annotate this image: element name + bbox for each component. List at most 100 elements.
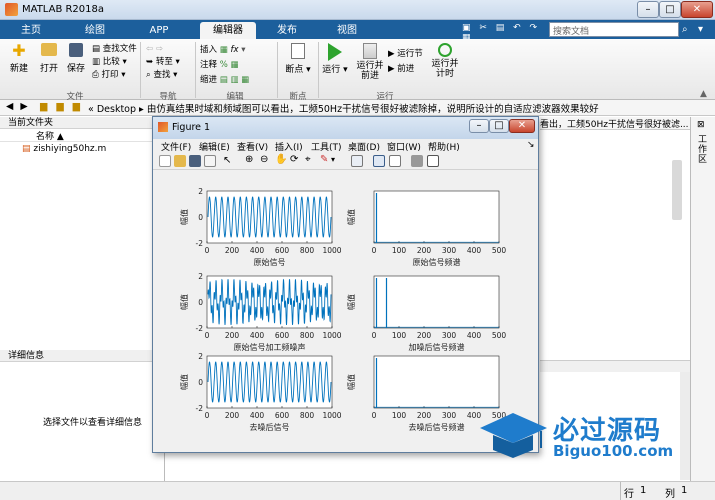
status-bar: 行 1 列 1	[0, 481, 715, 500]
file-name: zishiying50hz.m	[33, 144, 107, 154]
quick-access-toolbar[interactable]: ▣ ✂ ▤ ↶ ↷ ▦	[462, 23, 542, 43]
legend-icon[interactable]	[389, 155, 401, 167]
open-label: 打开	[39, 64, 58, 74]
fx-menu-icon[interactable]: ▾	[241, 45, 245, 55]
axes-box	[373, 275, 500, 329]
search-input[interactable]: 搜索文档	[549, 22, 679, 37]
breadcrumb-root[interactable]: Desktop	[97, 104, 136, 115]
menu-file[interactable]: 文件(F)	[161, 140, 191, 153]
expand-icon[interactable]: ▾	[698, 24, 703, 35]
run-button[interactable]: 运行 ▾	[322, 43, 348, 75]
print-button[interactable]: ⎙ 打印 ▾	[92, 69, 137, 82]
file-actions: ▤ 查找文件 ▥ 比较 ▾ ⎙ 打印 ▾	[92, 43, 137, 82]
details-hint: 选择文件以查看详细信息	[43, 418, 143, 428]
brush-icon[interactable]: ✎	[320, 154, 328, 165]
indent-button[interactable]: 缩进 ▤ ▥ ▦	[200, 73, 249, 88]
tab-plots[interactable]: 绘图	[74, 22, 116, 39]
figure-close-button[interactable]: ✕	[509, 119, 535, 133]
tab-home[interactable]: 主页	[10, 22, 52, 39]
row-value: 1	[640, 485, 647, 496]
menu-edit[interactable]: 编辑(E)	[199, 140, 230, 153]
open-button[interactable]: 打开	[36, 43, 62, 74]
workspace-tab[interactable]: 工作区	[691, 133, 715, 167]
save-button[interactable]: 保存	[64, 43, 88, 74]
insert-button[interactable]: 插入 ▦ fx ▾	[200, 43, 249, 58]
folder-up-icon[interactable]: ▆ ▆ ▆	[40, 101, 83, 112]
breadcrumb[interactable]: « Desktop ▸ 由仿真结果时域和频域图可以看出，工频50Hz干扰信号很好…	[88, 101, 599, 115]
menu-dock-icon[interactable]: ↘	[527, 140, 535, 150]
run-advance-button[interactable]: 运行并 前进	[355, 43, 385, 81]
details-title: 详细信息	[0, 350, 164, 362]
tab-apps[interactable]: APP	[138, 22, 180, 39]
compare-button[interactable]: ▥ 比较 ▾	[92, 56, 137, 69]
path-bar: ◀ ▶ ▆ ▆ ▆ « Desktop ▸ 由仿真结果时域和频域图可以看出，工频…	[0, 100, 715, 116]
maximize-button[interactable]: □	[659, 1, 681, 18]
list-item[interactable]: ▤ zishiying50hz.m	[0, 142, 164, 156]
column-name-header[interactable]: 名称 ▲	[0, 129, 164, 142]
x-tick-label: 1000	[322, 411, 341, 420]
print-icon[interactable]	[204, 155, 216, 167]
workspace-collapsed-icon[interactable]: ⊠	[691, 117, 715, 133]
colorbar-icon[interactable]	[373, 155, 385, 167]
y-axis-label: 幅值	[346, 374, 356, 390]
editor-scrollbar[interactable]	[672, 160, 682, 220]
new-figure-icon[interactable]	[159, 155, 171, 167]
menu-tools[interactable]: 工具(T)	[311, 140, 342, 153]
link-plot-icon[interactable]	[351, 155, 363, 167]
minimize-button[interactable]: –	[637, 1, 659, 18]
divider	[620, 482, 621, 500]
subplot	[373, 190, 500, 244]
find-button[interactable]: ⌕ 查找 ▾	[146, 69, 180, 82]
rotate-icon[interactable]: ⟳	[290, 154, 298, 165]
figure-maximize-button[interactable]: □	[489, 119, 509, 133]
hide-tools-icon[interactable]	[411, 155, 423, 167]
row-label: 行	[624, 489, 634, 500]
breadcrumb-path[interactable]: 由仿真结果时域和频域图可以看出，工频50Hz干扰信号很好被滤除掉，说明所设计的自…	[147, 104, 599, 115]
tab-publish[interactable]: 发布	[266, 22, 308, 39]
breakpoints-button[interactable]: 断点 ▾	[284, 43, 312, 75]
open-icon[interactable]	[174, 155, 186, 167]
zoom-in-icon[interactable]: ⊕	[245, 154, 253, 165]
pan-icon[interactable]: ✋	[275, 154, 287, 165]
menu-help[interactable]: 帮助(H)	[428, 140, 460, 153]
run-time-button[interactable]: 运行并 计时	[430, 43, 460, 79]
new-button[interactable]: ✚ 新建	[6, 43, 32, 75]
goto-button[interactable]: ➥ 转至 ▾	[146, 56, 180, 69]
search-icon[interactable]: ⌕	[682, 24, 688, 35]
x-tick-label: 600	[275, 331, 290, 340]
advance-button[interactable]: ▶ 前进	[388, 62, 423, 77]
editor-area[interactable]	[540, 130, 690, 360]
x-tick-label: 0	[205, 331, 210, 340]
close-button[interactable]: ✕	[681, 1, 713, 18]
run-section-button[interactable]: ▶ 运行节	[388, 47, 423, 62]
menu-view[interactable]: 查看(V)	[237, 140, 268, 153]
x-axis-caption: 去噪后信号频谱	[409, 422, 465, 432]
col-value: 1	[681, 485, 688, 496]
tab-editor[interactable]: 编辑器	[200, 22, 256, 39]
show-tools-icon[interactable]	[427, 155, 439, 167]
menu-desktop[interactable]: 桌面(D)	[348, 140, 380, 153]
collapse-ribbon-icon[interactable]: ▲	[700, 89, 707, 99]
zoom-out-icon[interactable]: ⊖	[260, 154, 268, 165]
folder-icon	[41, 43, 57, 56]
brush-menu-icon[interactable]: ▾	[331, 155, 335, 164]
pointer-icon[interactable]: ↖	[223, 155, 231, 166]
find-files-button[interactable]: ▤ 查找文件	[92, 43, 137, 56]
menu-insert[interactable]: 插入(I)	[275, 140, 303, 153]
nav-back-forward-icon[interactable]: ◀ ▶	[6, 101, 30, 112]
figure-minimize-button[interactable]: –	[469, 119, 489, 133]
data-cursor-icon[interactable]: ⌖	[305, 154, 311, 165]
save-icon[interactable]	[189, 155, 201, 167]
x-tick-label: 800	[300, 331, 315, 340]
menu-window[interactable]: 窗口(W)	[387, 140, 421, 153]
x-tick-label: 200	[417, 331, 432, 340]
m-file-icon: ▤	[22, 144, 31, 154]
tab-view[interactable]: 视图	[326, 22, 368, 39]
figure-window[interactable]: Figure 1 – □ ✕ 文件(F) 编辑(E) 查看(V) 插入(I) 工…	[152, 116, 539, 453]
watermark: 必过源码 Biguo100.com	[475, 408, 715, 468]
divider	[140, 42, 141, 98]
run-section-label: 运行节	[397, 49, 423, 59]
y-axis-label: 幅值	[346, 294, 356, 310]
fx-button[interactable]: fx	[230, 45, 238, 55]
comment-button[interactable]: 注释 % ▦	[200, 58, 249, 73]
